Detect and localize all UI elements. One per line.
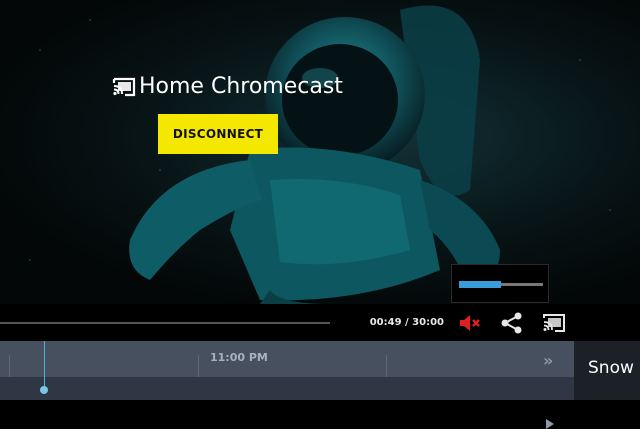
astronaut-artwork [129, 5, 500, 304]
guide-program-row [0, 377, 574, 429]
volume-slider-track[interactable] [459, 281, 543, 288]
guide-time-label: 11:00 PM [210, 351, 268, 364]
channel-panel[interactable]: Snow [574, 341, 640, 400]
disconnect-button[interactable]: DISCONNECT [158, 114, 278, 154]
volume-slider-fill [459, 281, 501, 288]
playback-progress-bar[interactable] [0, 322, 330, 324]
video-player[interactable]: Home Chromecast DISCONNECT [0, 0, 640, 304]
cast-device-name: Home Chromecast [139, 74, 343, 99]
guide-playhead-handle[interactable] [40, 386, 48, 394]
cast-icon[interactable] [541, 310, 567, 336]
guide-tick [198, 355, 199, 377]
guide-tick [386, 355, 387, 377]
share-icon[interactable] [499, 310, 525, 336]
cast-connected-icon [112, 77, 136, 97]
cast-device-title: Home Chromecast [112, 74, 343, 99]
channel-name: Snow [588, 358, 634, 378]
guide-playhead[interactable] [44, 341, 45, 391]
program-guide-timeline[interactable]: 11:00 PM » [0, 341, 574, 429]
player-control-bar: 00:49 / 30:00 [0, 304, 640, 341]
play-icon[interactable] [546, 419, 554, 429]
guide-tick [9, 355, 10, 377]
playback-time: 00:49 / 30:00 [369, 317, 444, 328]
double-chevron-right-icon[interactable]: » [543, 351, 553, 370]
guide-time-row: 11:00 PM » [0, 341, 574, 377]
volume-slider-popup[interactable] [451, 264, 549, 303]
mute-icon[interactable] [457, 310, 483, 336]
